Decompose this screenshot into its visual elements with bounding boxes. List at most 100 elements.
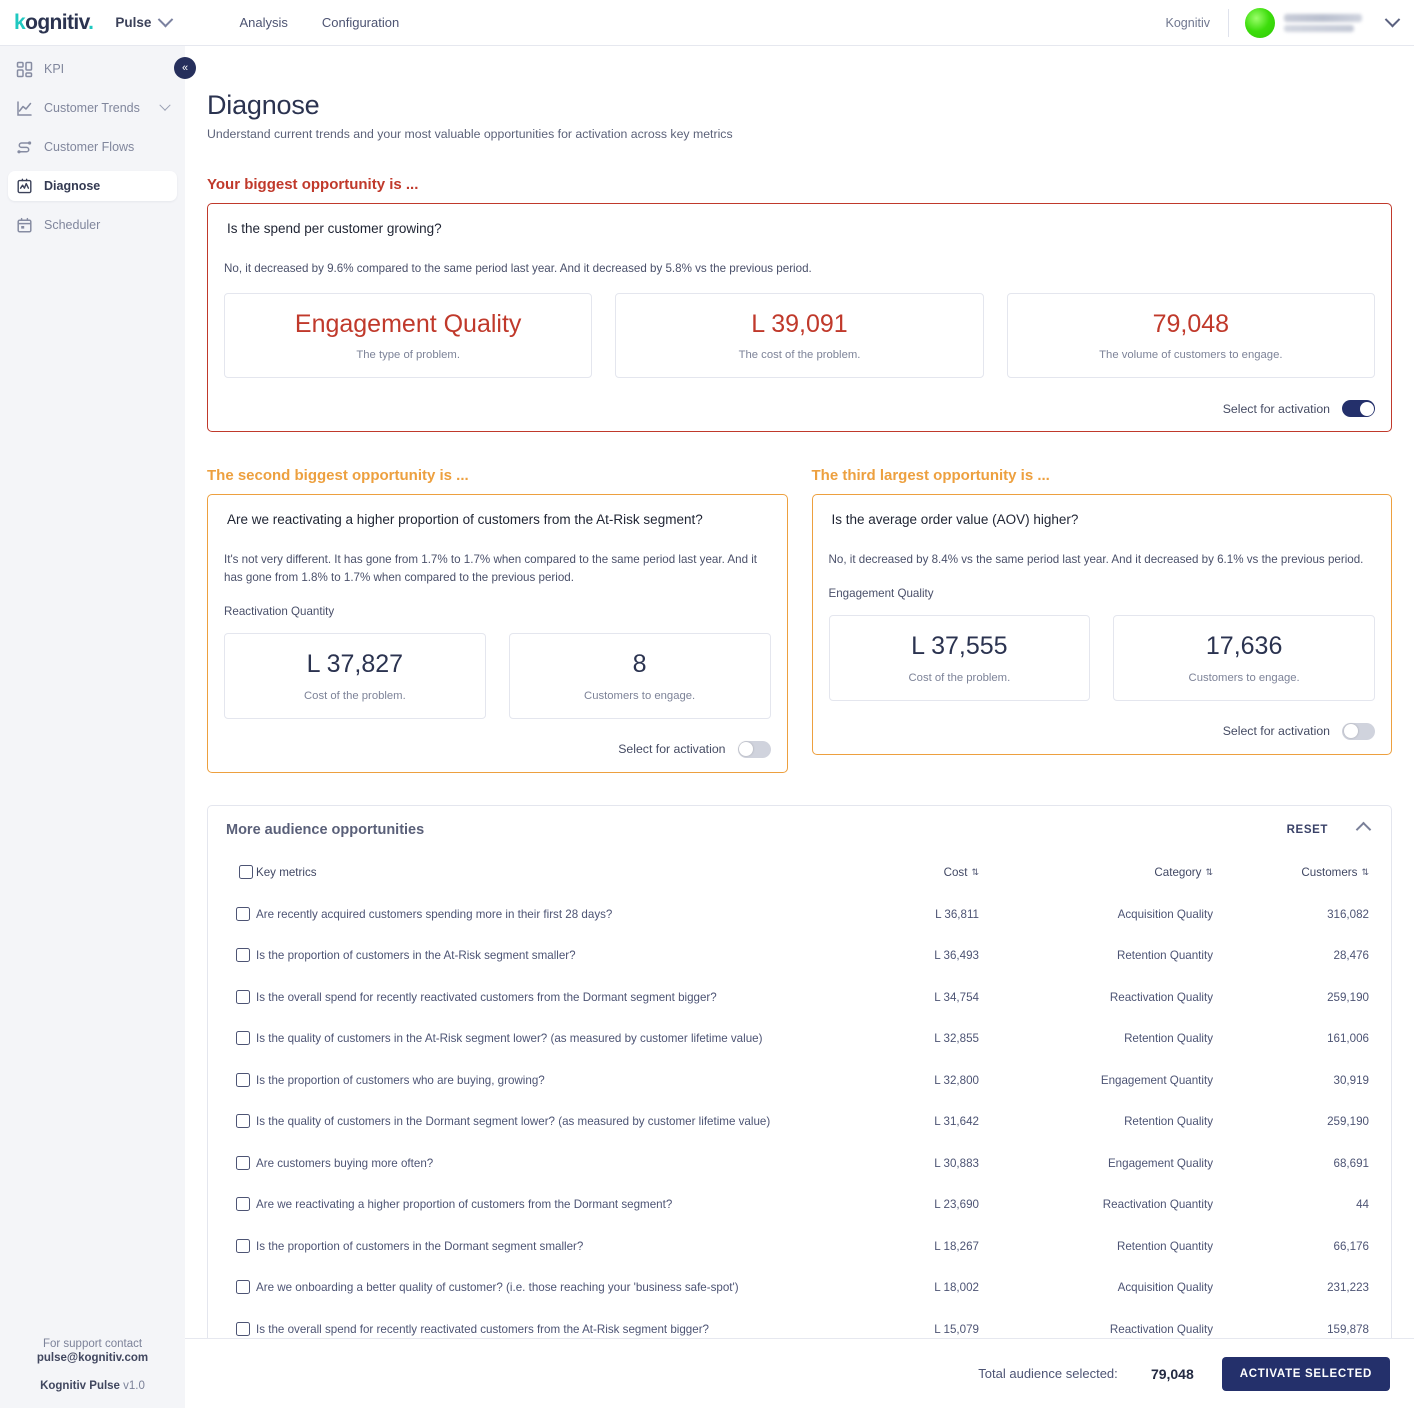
table-row[interactable]: Is the quality of customers in the At-Ri… (226, 1018, 1373, 1060)
sidebar-item-kpi[interactable]: KPI (8, 54, 177, 84)
row-metric: Is the overall spend for recently reacti… (256, 990, 717, 1004)
toggle-knob (739, 742, 753, 757)
row-checkbox[interactable] (236, 1031, 250, 1046)
nav-link-analysis[interactable]: Analysis (239, 15, 287, 30)
table-row[interactable]: Are recently acquired customers spending… (226, 893, 1373, 935)
row-cost: L 18,002 (934, 1281, 979, 1295)
first-opportunity-heading: Your biggest opportunity is ... (207, 176, 419, 193)
sidebar-item-label: KPI (44, 62, 65, 76)
sidebar-item-scheduler[interactable]: Scheduler (8, 210, 177, 240)
row-metric: Is the quality of customers in the At-Ri… (256, 1032, 763, 1046)
row-checkbox[interactable] (236, 1197, 250, 1212)
sidebar-collapse-button[interactable]: « (174, 57, 196, 79)
chevron-down-icon[interactable] (1384, 11, 1401, 28)
row-checkbox[interactable] (236, 906, 250, 921)
table-row[interactable]: Is the quality of customers in the Dorma… (226, 1101, 1373, 1143)
activate-selected-button[interactable]: ACTIVATE SELECTED (1221, 1356, 1390, 1391)
row-category: Acquisition Quality (1117, 1281, 1213, 1295)
opportunity-category: Reactivation Quantity (224, 605, 335, 619)
row-customers: 30,919 (1333, 1073, 1369, 1087)
opportunities-table: Key metrics Cost ⇅ Category ⇅ Customers ⇅ (226, 852, 1373, 1338)
row-category: Retention Quality (1124, 1115, 1213, 1129)
row-cost: L 32,855 (934, 1032, 979, 1046)
table-row[interactable]: Is the proportion of customers who are b… (226, 1059, 1373, 1101)
line-chart-icon (16, 100, 33, 117)
row-select-cell (226, 1225, 256, 1267)
row-customers: 161,006 (1327, 1032, 1369, 1046)
select-all-checkbox[interactable] (239, 865, 253, 880)
table-row[interactable]: Are we reactivating a higher proportion … (226, 1184, 1373, 1226)
third-opportunity-card: Is the average order value (AOV) higher?… (811, 494, 1392, 755)
tile-value: L 37,827 (306, 650, 404, 679)
row-checkbox[interactable] (236, 1114, 250, 1129)
row-select-cell (226, 1184, 256, 1226)
metric-tile: 17,636 Customers to engage. (1113, 615, 1375, 701)
activation-row: Select for activation (224, 400, 1375, 418)
sidebar-item-label: Scheduler (44, 218, 101, 232)
row-checkbox[interactable] (236, 1155, 250, 1170)
row-customers: 231,223 (1327, 1281, 1369, 1295)
table-row[interactable]: Are we onboarding a better quality of cu… (226, 1267, 1373, 1309)
column-label: Cost (943, 866, 968, 880)
support-email[interactable]: pulse@kognitiv.com (0, 1352, 185, 1364)
row-checkbox[interactable] (236, 1238, 250, 1253)
table-header: Key metrics Cost ⇅ Category ⇅ Customers ⇅ (226, 852, 1373, 894)
kognitiv-logo[interactable]: kognitiv. (14, 10, 94, 35)
row-checkbox[interactable] (236, 1072, 250, 1087)
app-switcher[interactable]: Pulse (115, 11, 174, 30)
column-header-category[interactable]: Category ⇅ (983, 852, 1213, 894)
row-select-cell (226, 935, 256, 977)
sidebar-item-label: Customer Flows (44, 140, 135, 154)
row-checkbox[interactable] (236, 1321, 250, 1336)
row-customers: 259,190 (1327, 1115, 1369, 1129)
user-menu[interactable] (1229, 7, 1414, 38)
sidebar-item-customer-flows[interactable]: Customer Flows (8, 132, 177, 162)
page-subtitle: Understand current trends and your most … (207, 127, 733, 141)
column-header-customers[interactable]: Customers ⇅ (1213, 852, 1373, 894)
opportunity-question: Is the spend per customer growing? (227, 221, 442, 236)
nav-link-configuration[interactable]: Configuration (322, 15, 399, 30)
table-row[interactable]: Are customers buying more often? L 30,88… (226, 1142, 1373, 1184)
flow-icon (16, 139, 33, 156)
row-customers: 44 (1356, 1198, 1369, 1212)
opportunity-answer: No, it decreased by 9.6% compared to the… (224, 262, 812, 275)
row-checkbox[interactable] (236, 948, 250, 963)
toggle-knob (1343, 724, 1358, 739)
row-category: Reactivation Quality (1109, 990, 1213, 1004)
activation-toggle[interactable] (1342, 400, 1375, 418)
logo-k: k (14, 10, 26, 34)
sidebar-item-label: Customer Trends (44, 101, 140, 115)
logo-rest: ognitiv (25, 10, 89, 34)
chevron-down-icon[interactable] (159, 99, 171, 111)
row-metric: Are recently acquired customers spending… (256, 907, 613, 921)
sidebar-item-customer-trends[interactable]: Customer Trends (8, 93, 177, 123)
reset-button[interactable]: RESET (1287, 824, 1328, 836)
table-row[interactable]: Is the overall spend for recently reacti… (226, 976, 1373, 1018)
row-metric: Is the proportion of customers who are b… (256, 1073, 545, 1087)
metric-tile: L 37,827 Cost of the problem. (224, 633, 486, 719)
metric-tile: Engagement Quality The type of problem. (224, 292, 593, 379)
row-select-cell (226, 976, 256, 1018)
column-header-cost[interactable]: Cost ⇅ (813, 852, 983, 894)
activation-toggle[interactable] (1342, 722, 1375, 740)
row-checkbox[interactable] (236, 989, 250, 1004)
metric-tile: 79,048 The volume of customers to engage… (1006, 292, 1375, 379)
row-cost: L 36,493 (934, 949, 979, 963)
row-customers: 316,082 (1327, 907, 1369, 921)
tile-value: Engagement Quality (294, 309, 522, 338)
support-line: For support contact (42, 1338, 143, 1350)
content-scroll-area: Diagnose Understand current trends and y… (185, 46, 1414, 1338)
table-row[interactable]: Is the overall spend for recently reacti… (226, 1308, 1373, 1338)
tile-caption: The type of problem. (356, 349, 460, 362)
table-row[interactable]: Is the proportion of customers in the Do… (226, 1225, 1373, 1267)
table-row[interactable]: Is the proportion of customers in the At… (226, 935, 1373, 977)
activation-toggle[interactable] (737, 740, 771, 758)
row-checkbox[interactable] (236, 1280, 250, 1295)
avatar (1245, 7, 1275, 38)
metric-tiles: L 37,827 Cost of the problem. 8 Customer… (224, 633, 771, 719)
row-category: Retention Quality (1124, 1032, 1213, 1046)
row-category: Engagement Quality (1107, 1156, 1213, 1170)
sidebar-item-diagnose[interactable]: Diagnose (8, 171, 177, 201)
app-name-label: Pulse (115, 15, 152, 30)
chevron-up-icon[interactable] (1355, 822, 1372, 838)
